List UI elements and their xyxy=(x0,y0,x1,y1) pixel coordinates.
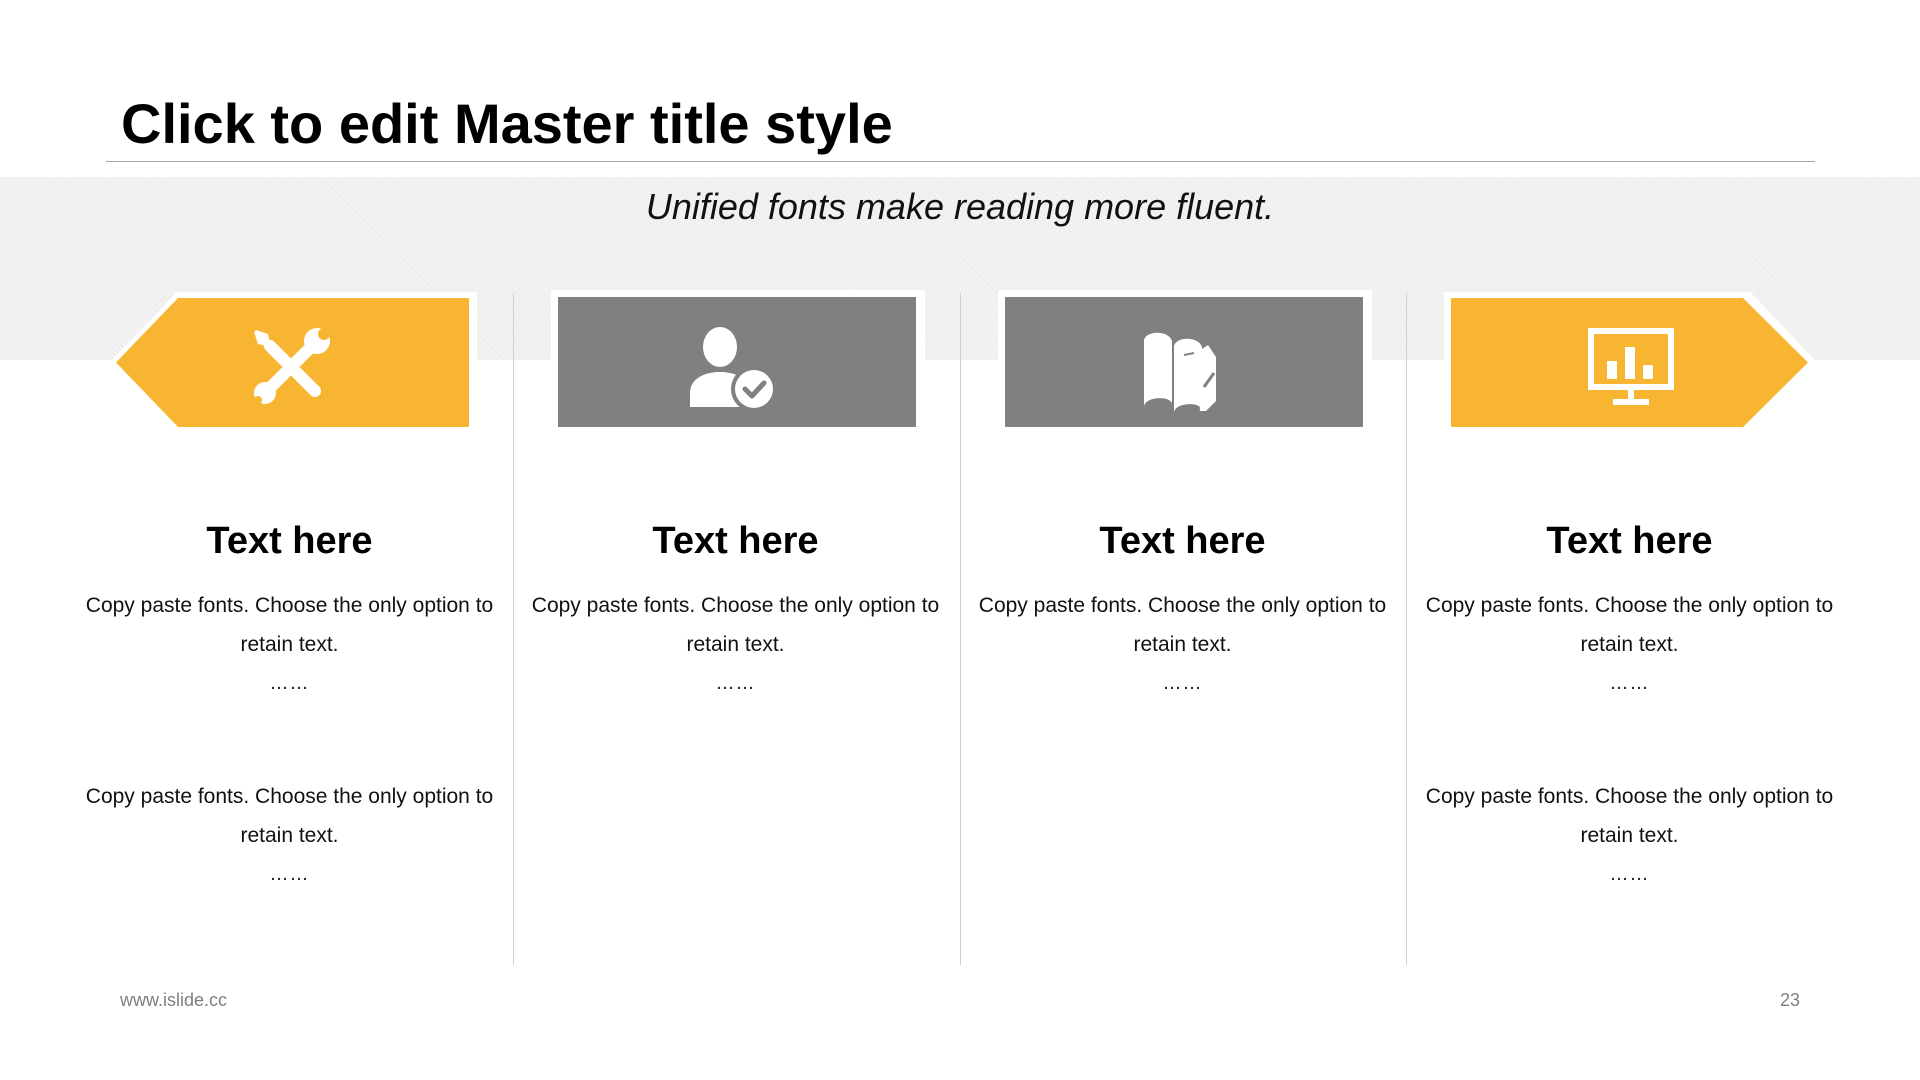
column-2-heading[interactable]: Text here xyxy=(512,516,959,566)
books-icon xyxy=(1134,317,1234,417)
column-1-ellipsis-2: …… xyxy=(269,864,310,885)
tools-icon xyxy=(241,317,341,417)
column-4-ellipsis-2: …… xyxy=(1609,864,1650,885)
column-1-heading[interactable]: Text here xyxy=(66,516,513,566)
title-underline xyxy=(106,161,1815,162)
column-4-ellipsis-1: …… xyxy=(1609,673,1650,694)
presentation-chart-icon xyxy=(1581,317,1681,417)
column-4-text-1[interactable]: Copy paste fonts. Choose the only option… xyxy=(1406,586,1853,664)
page-number: 23 xyxy=(1779,990,1800,1010)
banner-2 xyxy=(551,287,931,437)
column-2-ellipsis-1: …… xyxy=(715,673,756,694)
column-1-text-1[interactable]: Copy paste fonts. Choose the only option… xyxy=(66,586,513,664)
column-1-ellipsis-1: …… xyxy=(269,673,310,694)
slide-title[interactable]: Click to edit Master title style xyxy=(121,88,893,160)
column-4-heading[interactable]: Text here xyxy=(1406,516,1853,566)
banner-1 xyxy=(105,287,485,437)
column-3-ellipsis-1: …… xyxy=(1162,673,1203,694)
user-check-icon xyxy=(682,317,782,417)
banner-4 xyxy=(1444,287,1824,437)
footer-url: www.islide.cc xyxy=(120,990,228,1010)
column-1-text-2[interactable]: Copy paste fonts. Choose the only option… xyxy=(66,777,513,855)
column-3-heading[interactable]: Text here xyxy=(959,516,1406,566)
column-4-text-2[interactable]: Copy paste fonts. Choose the only option… xyxy=(1406,777,1853,855)
slide-subtitle[interactable]: Unified fonts make reading more fluent. xyxy=(0,184,1920,230)
banner-3 xyxy=(998,287,1378,437)
column-2-text-1[interactable]: Copy paste fonts. Choose the only option… xyxy=(512,586,959,664)
column-3-text-1[interactable]: Copy paste fonts. Choose the only option… xyxy=(959,586,1406,664)
